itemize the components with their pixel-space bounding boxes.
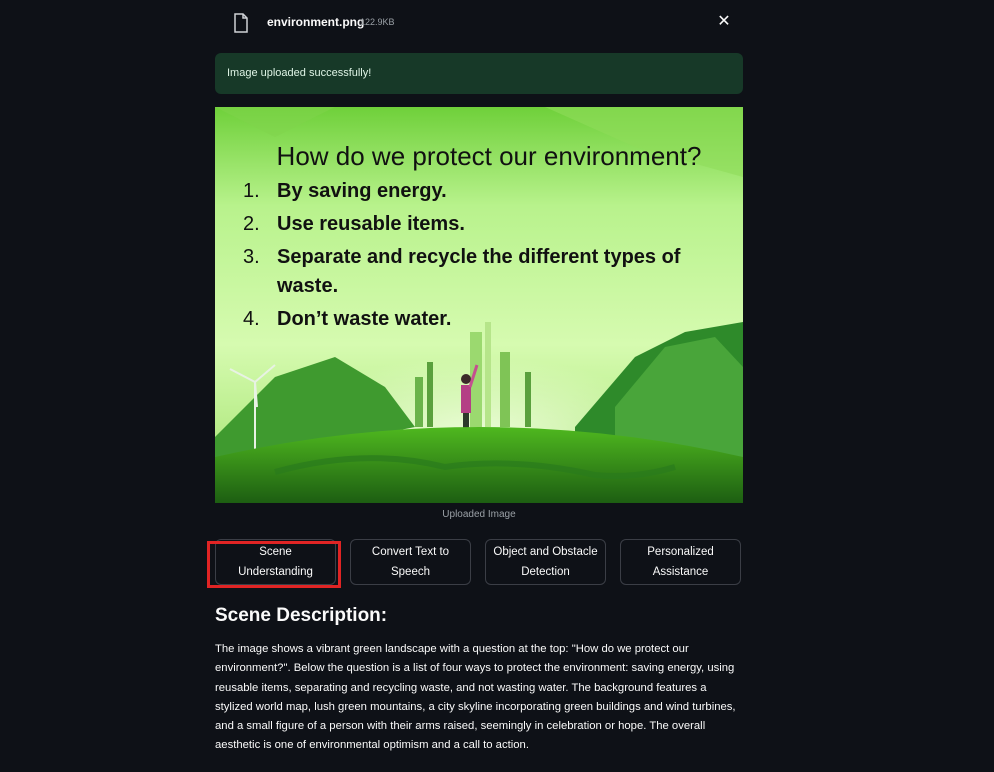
list-item: 2. Use reusable items. <box>243 210 723 239</box>
image-list: 1. By saving energy. 2. Use reusable ite… <box>243 177 723 338</box>
list-number: 3. <box>243 246 260 268</box>
list-text: Don’t waste water. <box>277 308 452 330</box>
image-title: How do we protect our environment? <box>276 141 702 171</box>
list-item: 4. Don’t waste water. <box>243 305 723 334</box>
list-number: 4. <box>243 308 260 330</box>
success-message: Image uploaded successfully! <box>227 67 372 79</box>
list-text: Use reusable items. <box>277 213 465 235</box>
image-caption: Uploaded Image <box>442 509 516 520</box>
close-icon[interactable]: ✕ <box>715 13 733 31</box>
object-detection-button[interactable]: Object and Obstacle Detection <box>485 539 606 585</box>
personalized-assistance-button[interactable]: Personalized Assistance <box>620 539 741 585</box>
list-item: 1. By saving energy. <box>243 177 723 206</box>
uploaded-image: How do we protect our environment? 1. By… <box>215 107 743 503</box>
list-number: 2. <box>243 213 260 235</box>
list-item: 3. Separate and recycle the different ty… <box>243 243 723 301</box>
scene-description-heading: Scene Description: <box>215 605 388 626</box>
file-name: environment.png <box>267 15 365 29</box>
list-text: By saving energy. <box>277 180 447 202</box>
list-text: Separate and recycle the different types… <box>277 246 681 297</box>
scene-understanding-button[interactable]: Scene Understanding <box>215 539 336 585</box>
success-alert: Image uploaded successfully! <box>215 53 743 94</box>
list-number: 1. <box>243 180 260 202</box>
scene-description-text: The image shows a vibrant green landscap… <box>215 643 736 752</box>
convert-text-to-speech-button[interactable]: Convert Text to Speech <box>350 539 471 585</box>
file-size: 122.9KB <box>360 17 395 27</box>
uploaded-file-row: environment.png 122.9KB ✕ <box>215 10 743 36</box>
file-icon <box>234 13 248 33</box>
